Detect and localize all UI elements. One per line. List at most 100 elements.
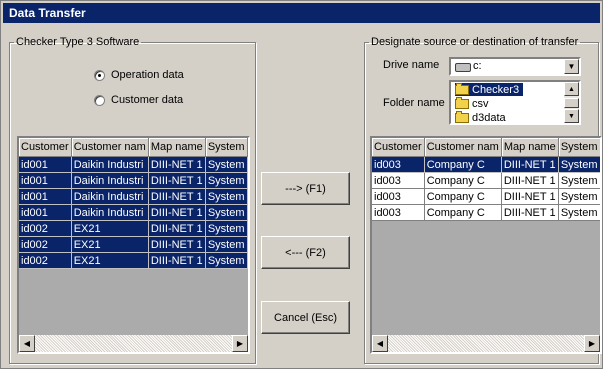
table-cell: DIII-NET 1 xyxy=(148,172,206,189)
table-cell: DIII-NET 1 xyxy=(501,156,559,173)
table-cell: DIII-NET 1 xyxy=(148,236,206,253)
table-cell: Company C xyxy=(424,188,502,205)
arrow-right-icon[interactable]: ▶ xyxy=(232,335,248,352)
table-row[interactable]: id002 EX21 DIII-NET 1 System xyxy=(19,236,248,253)
column-header[interactable]: System xyxy=(558,138,600,157)
table-row[interactable]: id003 Company C DIII-NET 1 System xyxy=(372,204,600,221)
transfer-target-legend: Designate source or destination of trans… xyxy=(371,36,579,48)
radio-operation-data-icon[interactable] xyxy=(94,69,105,81)
table-cell: DIII-NET 1 xyxy=(148,252,206,269)
table-cell: id001 xyxy=(19,188,72,205)
table-cell: id001 xyxy=(19,204,72,221)
scroll-track[interactable] xyxy=(35,335,232,352)
folder-name-label: Folder name xyxy=(383,97,445,109)
folder-list[interactable]: Checker3 csv d3data ▲ ▼ xyxy=(449,80,581,125)
table-cell: System xyxy=(558,188,600,205)
table-cell: id001 xyxy=(19,156,72,173)
customer-data-label: Customer data xyxy=(111,94,184,106)
table-cell: DIII-NET 1 xyxy=(148,220,206,237)
cancel-button[interactable]: Cancel (Esc) xyxy=(261,301,350,334)
folder-vertical-scrollbar[interactable]: ▲ ▼ xyxy=(564,82,579,123)
table-cell: DIII-NET 1 xyxy=(501,172,559,189)
chevron-down-icon[interactable]: ▼ xyxy=(564,59,579,74)
table-cell: Company C xyxy=(424,204,502,221)
table-cell: id003 xyxy=(372,204,425,221)
table-row[interactable]: id003 Company C DIII-NET 1 System xyxy=(372,172,600,189)
scroll-track[interactable] xyxy=(388,335,584,352)
table-cell: System xyxy=(558,172,600,189)
column-header[interactable]: Customer nam xyxy=(424,138,502,157)
folder-item-d3data[interactable]: d3data xyxy=(455,110,510,124)
destination-grid[interactable]: Customer Customer nam Map name System id003… xyxy=(370,136,602,354)
table-row[interactable]: id002 EX21 DIII-NET 1 System xyxy=(19,220,248,237)
column-header[interactable]: Customer xyxy=(19,138,72,157)
table-cell: Company C xyxy=(424,172,502,189)
data-transfer-window: Data Transfer Checker Type 3 Software Op… xyxy=(0,0,603,369)
destination-table: Customer Customer nam Map name System id003… xyxy=(372,138,600,221)
table-cell: DIII-NET 1 xyxy=(148,204,206,221)
operation-data-radio[interactable]: Operation data xyxy=(94,67,184,83)
title-bar: Data Transfer xyxy=(3,3,600,23)
column-header[interactable]: Map name xyxy=(501,138,559,157)
arrow-up-icon[interactable]: ▲ xyxy=(564,82,579,96)
table-cell: System xyxy=(205,236,248,253)
forward-f1-button[interactable]: ---> (F1) xyxy=(261,172,350,205)
table-cell: id003 xyxy=(372,172,425,189)
table-cell: Daikin Industri xyxy=(71,156,149,173)
table-cell: id003 xyxy=(372,156,425,173)
table-cell: System xyxy=(205,172,248,189)
back-f2-button[interactable]: <--- (F2) xyxy=(261,236,350,269)
customer-data-radio[interactable]: Customer data xyxy=(94,92,183,108)
source-table: Customer Customer nam Map name System id001… xyxy=(19,138,248,269)
column-header[interactable]: Map name xyxy=(148,138,206,157)
scroll-thumb[interactable] xyxy=(564,98,579,108)
folder-label: csv xyxy=(472,97,489,110)
drive-name-label: Drive name xyxy=(383,59,440,71)
table-cell: DIII-NET 1 xyxy=(148,156,206,173)
checker-software-legend: Checker Type 3 Software xyxy=(16,36,140,48)
table-row[interactable]: id001 Daikin Industri DIII-NET 1 System xyxy=(19,172,248,189)
drive-select[interactable]: c: ▼ xyxy=(449,57,581,76)
table-cell: EX21 xyxy=(71,220,149,237)
folder-label: d3data xyxy=(472,111,506,124)
table-cell: EX21 xyxy=(71,252,149,269)
source-grid[interactable]: Customer Customer nam Map name System id001… xyxy=(17,136,250,354)
table-cell: Daikin Industri xyxy=(71,188,149,205)
table-row[interactable]: id001 Daikin Industri DIII-NET 1 System xyxy=(19,204,248,221)
radio-customer-data-icon[interactable] xyxy=(94,94,105,106)
column-header[interactable]: Customer xyxy=(372,138,425,157)
table-cell: System xyxy=(205,220,248,237)
arrow-left-icon[interactable]: ◀ xyxy=(372,335,388,352)
column-header[interactable]: System xyxy=(205,138,248,157)
table-cell: Daikin Industri xyxy=(71,204,149,221)
drive-icon xyxy=(455,63,471,72)
table-cell: System xyxy=(205,188,248,205)
folder-item-csv[interactable]: csv xyxy=(455,96,493,110)
table-cell: System xyxy=(558,204,600,221)
folder-item-checker3[interactable]: Checker3 xyxy=(455,82,524,96)
table-cell: System xyxy=(205,204,248,221)
destination-horizontal-scrollbar[interactable]: ◀ ▶ xyxy=(372,335,600,352)
table-cell: DIII-NET 1 xyxy=(501,188,559,205)
arrow-right-icon[interactable]: ▶ xyxy=(584,335,600,352)
table-row[interactable]: id003 Company C DIII-NET 1 System xyxy=(372,156,600,173)
table-row[interactable]: id003 Company C DIII-NET 1 System xyxy=(372,188,600,205)
table-cell: System xyxy=(205,252,248,269)
column-header[interactable]: Customer nam xyxy=(71,138,149,157)
source-horizontal-scrollbar[interactable]: ◀ ▶ xyxy=(19,335,248,352)
table-row[interactable]: id001 Daikin Industri DIII-NET 1 System xyxy=(19,188,248,205)
table-row[interactable]: id002 EX21 DIII-NET 1 System xyxy=(19,252,248,269)
arrow-left-icon[interactable]: ◀ xyxy=(19,335,35,352)
table-cell: System xyxy=(205,156,248,173)
operation-data-label: Operation data xyxy=(111,69,184,81)
table-cell: DIII-NET 1 xyxy=(148,188,206,205)
folder-icon xyxy=(455,96,469,109)
table-cell: id002 xyxy=(19,236,72,253)
table-cell: EX21 xyxy=(71,236,149,253)
table-cell: id003 xyxy=(372,188,425,205)
arrow-down-icon[interactable]: ▼ xyxy=(564,109,579,123)
table-cell: DIII-NET 1 xyxy=(501,204,559,221)
table-row[interactable]: id001 Daikin Industri DIII-NET 1 System xyxy=(19,156,248,173)
drive-value: c: xyxy=(473,60,482,72)
table-cell: System xyxy=(558,156,600,173)
